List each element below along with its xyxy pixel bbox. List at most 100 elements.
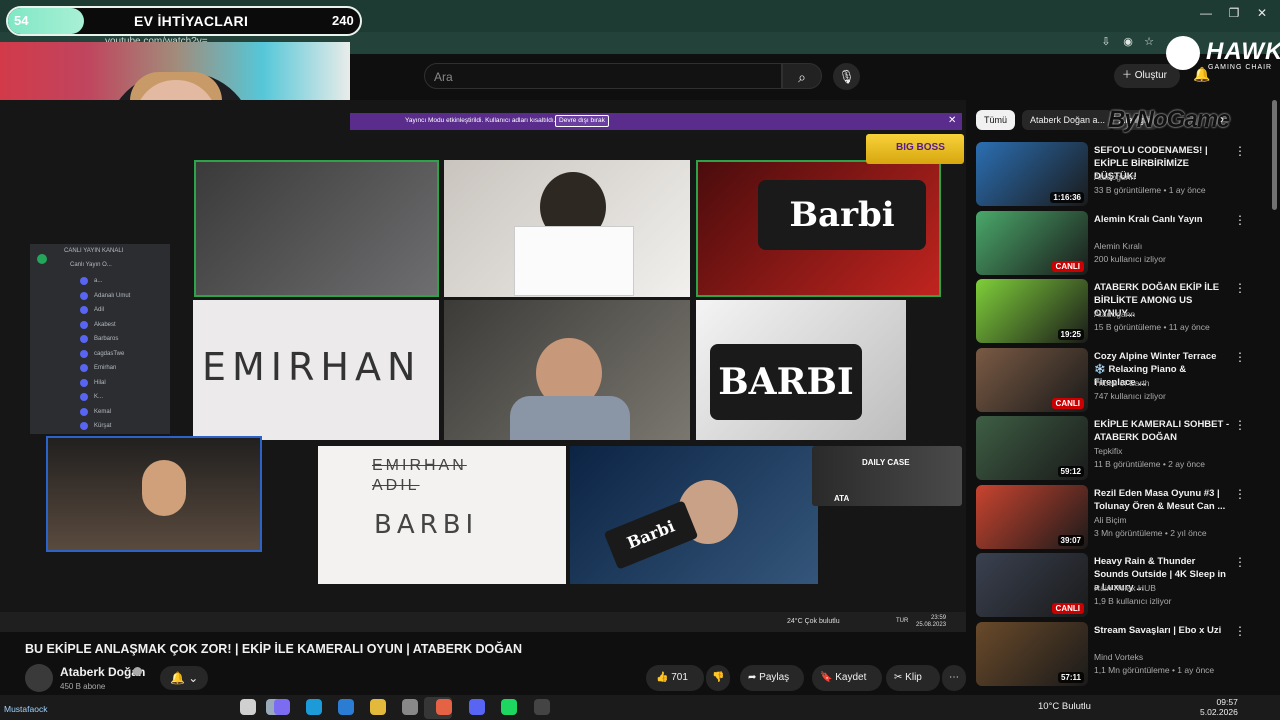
- participant-tile-2: [444, 160, 690, 297]
- search-icon: ⌕: [798, 69, 806, 85]
- more-vert-icon[interactable]: ⋮: [1234, 350, 1246, 364]
- share-icon: ➦: [748, 672, 760, 683]
- recommendation-channel[interactable]: Tribes of Earth: [1094, 378, 1149, 388]
- more-vert-icon[interactable]: ⋮: [1234, 624, 1246, 638]
- recommendation-channel[interactable]: Atadogann: [1094, 172, 1135, 182]
- save-button[interactable]: 🔖 Kaydet: [812, 665, 882, 691]
- discord-user: Akabest: [94, 321, 116, 328]
- recommendation-item[interactable]: 39:07 Rezil Eden Masa Oyunu #3 | Tolunay …: [976, 484, 1272, 549]
- discord-user-avatar: [80, 422, 88, 430]
- discord-user: Emirhan: [94, 365, 117, 371]
- windows-icon[interactable]: [240, 699, 256, 715]
- more-vert-icon[interactable]: ⋮: [1234, 213, 1246, 227]
- spotify-icon[interactable]: [501, 699, 517, 715]
- discord-icon[interactable]: [469, 699, 485, 715]
- recommendation-title[interactable]: Alemin Kralı Canlı Yayın: [1094, 213, 1230, 226]
- folder-icon[interactable]: [370, 699, 386, 715]
- discord-user: Hilal: [94, 379, 106, 386]
- daily-case-text: DAILY CASE: [862, 458, 910, 467]
- taskbar-weather: 10°C Bulutlu: [1038, 701, 1091, 712]
- participant-tile-5: [444, 300, 690, 440]
- crossed-out-names: EMIRHAN ADIL: [372, 457, 467, 494]
- bynogame-watermark: ByNoGame: [1108, 106, 1230, 133]
- recommendation-thumbnail[interactable]: CANLI: [976, 553, 1088, 617]
- minimize-button[interactable]: —: [1196, 6, 1216, 22]
- bookmark-star-icon[interactable]: ☆: [1141, 35, 1157, 49]
- search-input[interactable]: [424, 63, 782, 89]
- more-vert-icon[interactable]: ⋮: [1234, 487, 1246, 501]
- recommendation-thumbnail[interactable]: 57:11: [976, 621, 1088, 686]
- restore-button[interactable]: ❐: [1224, 6, 1244, 22]
- recommendation-thumbnail[interactable]: 1:16:36: [976, 142, 1088, 206]
- discord-user-avatar: [80, 291, 88, 300]
- discord-user-avatar: [80, 306, 88, 314]
- create-button[interactable]: ＋ Oluştur: [1114, 64, 1180, 88]
- recommendation-item[interactable]: 59:12 EKİPLE KAMERALI SOHBET - ATABERK DO…: [976, 416, 1272, 480]
- recommendation-title[interactable]: EKİPLE KAMERALI SOHBET - ATABERK DOĞAN: [1094, 418, 1230, 444]
- discord-user-avatar: [80, 320, 88, 329]
- recommendation-channel[interactable]: Alemin Kıralı: [1094, 241, 1142, 251]
- close-button[interactable]: ✕: [1252, 6, 1272, 22]
- bell-icon: 🔔 ⌄: [170, 671, 199, 685]
- discord-user: cagdasTwe: [94, 350, 125, 357]
- save-label: Kaydet: [835, 672, 867, 683]
- edge-icon[interactable]: [306, 699, 322, 715]
- recommendation-title[interactable]: Stream Savaşları | Ebo x Uzi: [1094, 624, 1230, 637]
- barbi-paper-sign: BARBI: [374, 510, 479, 540]
- recommendation-thumbnail[interactable]: 19:25: [976, 279, 1088, 343]
- discord-user: Adil: [94, 307, 105, 313]
- chip-ataberk[interactable]: Ataberk Doğan a...: [1022, 110, 1114, 130]
- recommendation-title[interactable]: Rezil Eden Masa Oyunu #3 | Tolunay Ören …: [1094, 487, 1230, 513]
- recommendation-thumbnail[interactable]: CANLI: [976, 347, 1088, 412]
- recommendation-channel[interactable]: Mind Vorteks: [1094, 652, 1143, 662]
- recommendation-item[interactable]: 19:25 ATABERK DOĞAN EKİP İLE BİRLİKTE AMO…: [976, 279, 1272, 343]
- more-vert-icon[interactable]: ⋮: [1234, 144, 1246, 158]
- more-vert-icon[interactable]: ⋮: [1234, 281, 1246, 295]
- recommendation-thumbnail[interactable]: 39:07: [976, 484, 1088, 549]
- recommendation-item[interactable]: CANLI Heavy Rain & Thunder Sounds Outside…: [976, 553, 1272, 617]
- recommendation-channel[interactable]: Rain Relax HUB: [1094, 583, 1156, 593]
- channel-avatar[interactable]: [25, 664, 53, 692]
- scrollbar[interactable]: [1272, 100, 1277, 210]
- recommendation-item[interactable]: CANLI Alemin Kralı Canlı Yayın Alemin Kıra…: [976, 210, 1272, 275]
- recommendation-item[interactable]: 1:16:36 SEFO'LU CODENAMES! | EKİPLE BİRBİ…: [976, 142, 1272, 206]
- discord-user-avatar: [80, 335, 88, 343]
- goal-target-value: 240: [332, 13, 354, 28]
- disable-streamer-mode-button: Devre dışı bırak: [555, 115, 609, 127]
- dislike-button[interactable]: 👎: [706, 665, 730, 691]
- more-vert-icon[interactable]: ⋮: [1234, 418, 1246, 432]
- subscribed-button[interactable]: 🔔 ⌄: [160, 666, 208, 690]
- search-placeholder: Ara: [434, 70, 453, 84]
- active-app-highlight: [424, 697, 452, 719]
- search-button[interactable]: ⌕: [782, 63, 822, 89]
- install-icon[interactable]: ⇩: [1098, 35, 1114, 49]
- outlook-icon[interactable]: [338, 699, 354, 715]
- sponsor-sub: GAMING CHAIR: [1208, 64, 1273, 71]
- xbox-icon[interactable]: [402, 699, 418, 715]
- eye-off-icon[interactable]: ◉: [1120, 35, 1136, 49]
- share-button[interactable]: ➦ Paylaş: [740, 665, 804, 691]
- recommendation-channel[interactable]: Atadogann: [1094, 309, 1135, 319]
- chevron-right-icon[interactable]: ›: [1220, 112, 1224, 126]
- copilot-icon[interactable]: [274, 699, 290, 715]
- recommendation-channel[interactable]: Ali Biçim: [1094, 515, 1127, 525]
- recommendation-meta: 200 kullanıcı izliyor: [1094, 253, 1166, 264]
- live-badge: CANLI: [1051, 603, 1084, 614]
- more-vert-icon[interactable]: ⋮: [1234, 555, 1246, 569]
- recommendation-item[interactable]: 57:11 Stream Savaşları | Ebo x Uzi Mind Vo…: [976, 621, 1272, 686]
- taskbar-user: Mustafaock: [4, 704, 48, 714]
- recommendation-channel[interactable]: Tepkifix: [1094, 446, 1122, 456]
- discord-user: Adanalı Umut: [94, 292, 131, 299]
- like-button[interactable]: 👍 701: [646, 665, 704, 691]
- recommendation-thumbnail[interactable]: 59:12: [976, 416, 1088, 480]
- discord-user: Barbaros: [94, 336, 119, 342]
- clip-button[interactable]: ✂ Klip: [886, 665, 940, 691]
- live-badge: CANLI: [1051, 260, 1084, 272]
- recommendation-item[interactable]: CANLI Cozy Alpine Winter Terrace ❄️ Relax…: [976, 347, 1272, 412]
- more-actions-button[interactable]: ⋯: [942, 665, 966, 691]
- chip-all[interactable]: Tümü: [976, 110, 1016, 130]
- hawk-logo: [1166, 36, 1200, 70]
- recommendation-thumbnail[interactable]: CANLI: [976, 210, 1088, 275]
- obs-icon[interactable]: [534, 699, 550, 715]
- voice-search-button[interactable]: 🎙: [833, 63, 860, 90]
